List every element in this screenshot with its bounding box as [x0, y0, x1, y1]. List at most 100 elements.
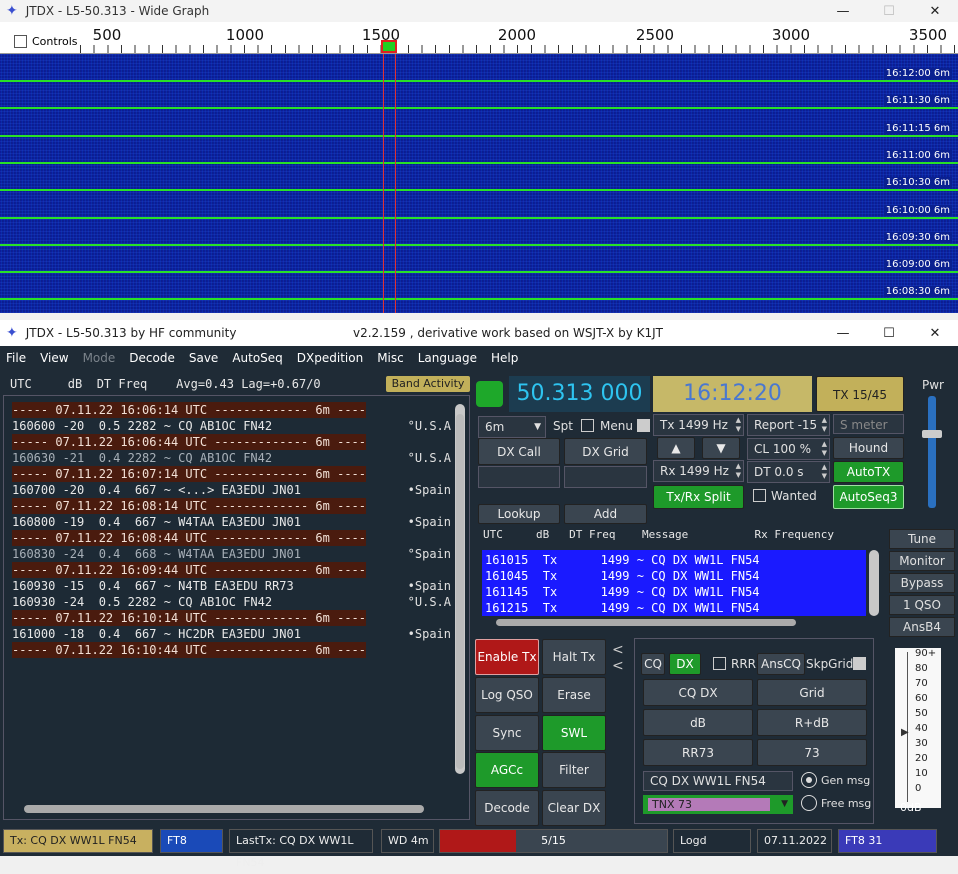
wanted-checkbox[interactable]	[753, 489, 766, 502]
power-slider-handle[interactable]	[922, 430, 942, 438]
decode-separator-row[interactable]: ----- 07.11.22 16:06:44 UTC ------------…	[12, 434, 367, 450]
clear-dx-button[interactable]: Clear DX	[542, 790, 606, 826]
decode-row[interactable]: 161000 -18 0.4 667 ~ HC2DR EA3EDU JN01	[12, 626, 301, 642]
hound-button[interactable]: Hound	[833, 437, 904, 459]
controls-checkbox[interactable]: Controls	[14, 35, 78, 48]
autotx-button[interactable]: AutoTX	[833, 461, 904, 483]
band-select[interactable]: 6m ▼	[478, 416, 546, 438]
rx-list-row[interactable]: 161145 Tx 1499 ~ CQ DX WW1L FN54	[485, 584, 760, 600]
spin-arrows-icon[interactable]: ▲ ▼	[736, 416, 741, 434]
spin-arrows-icon[interactable]: ▲ ▼	[822, 416, 827, 434]
rx-list-vertical-scrollbar[interactable]	[869, 550, 879, 616]
enable-tx-button[interactable]: Enable Tx	[475, 639, 539, 675]
decode-row[interactable]: 160630 -21 0.4 2282 ~ CQ AB1OC FN42	[12, 450, 272, 466]
sync-button[interactable]: Sync	[475, 715, 539, 751]
waterfall-display[interactable]: 16:12:00 6m 16:11:30 6m 16:11:15 6m 16:11:0…	[0, 54, 958, 313]
tx-period-button[interactable]: TX 15/45	[816, 376, 904, 412]
rx-list-row[interactable]: 161045 Tx 1499 ~ CQ DX WW1L FN54	[485, 568, 760, 584]
menu-misc[interactable]: Misc	[377, 351, 404, 365]
tx-frequency-spinbox[interactable]: Tx 1499 Hz ▲ ▼	[653, 414, 744, 436]
decode-row[interactable]: 160930 -15 0.4 667 ~ N4TB EA3EDU RR73	[12, 578, 294, 594]
generated-message-field[interactable]: CQ DX WW1L FN54	[643, 771, 793, 791]
close-icon[interactable]: ✕	[912, 4, 958, 19]
dx-call-input[interactable]	[478, 466, 560, 488]
bypass-button[interactable]: Bypass	[889, 573, 955, 593]
spt-checkbox[interactable]	[581, 419, 594, 432]
decode-separator-row[interactable]: ----- 07.11.22 16:10:14 UTC ------------…	[12, 610, 367, 626]
rx-frequency-list[interactable]: 161015 Tx 1499 ~ CQ DX WW1L FN54 161045 T…	[482, 550, 866, 616]
dx-button[interactable]: DX	[669, 653, 701, 675]
decode-row[interactable]: 160800 -19 0.4 667 ~ W4TAA EA3EDU JN01	[12, 514, 301, 530]
band-activity-list[interactable]: ----- 07.11.22 16:06:14 UTC ------------…	[3, 395, 470, 820]
dx-call-button[interactable]: DX Call	[478, 438, 560, 465]
menu-language[interactable]: Language	[418, 351, 477, 365]
dx-grid-button[interactable]: DX Grid	[564, 438, 647, 465]
one-qso-button[interactable]: 1 QSO	[889, 595, 955, 615]
menu-mode[interactable]: Mode	[83, 351, 116, 365]
rx-list-row[interactable]: 161015 Tx 1499 ~ CQ DX WW1L FN54	[485, 552, 760, 568]
lookup-button[interactable]: Lookup	[478, 504, 560, 524]
anscq-button[interactable]: AnsCQ	[757, 653, 805, 675]
menu-help[interactable]: Help	[491, 351, 518, 365]
decode-row[interactable]: 160700 -20 0.4 667 ~ <...> EA3EDU JN01	[12, 482, 301, 498]
power-slider[interactable]	[928, 396, 936, 508]
rx-list-row[interactable]: 161215 Tx 1499 ~ CQ DX WW1L FN54	[485, 600, 760, 616]
decode-button[interactable]: Decode	[475, 790, 539, 826]
gen-msg-radio[interactable]	[801, 772, 817, 788]
dt-spinbox[interactable]: DT 0.0 s ▲ ▼	[747, 461, 830, 483]
menu-view[interactable]: View	[40, 351, 68, 365]
menu-save[interactable]: Save	[189, 351, 218, 365]
monitor-button[interactable]: Monitor	[889, 551, 955, 571]
grid-button[interactable]: Grid	[757, 679, 867, 706]
txrx-split-button[interactable]: Tx/Rx Split	[653, 485, 744, 509]
decode-separator-row[interactable]: ----- 07.11.22 16:08:44 UTC ------------…	[12, 530, 367, 546]
minimize-icon[interactable]: —	[820, 326, 866, 341]
rx-frequency-spinbox[interactable]: Rx 1499 Hz ▲ ▼	[653, 460, 744, 482]
halt-tx-button[interactable]: Halt Tx	[542, 639, 606, 675]
skpgrid-checkbox[interactable]	[853, 657, 866, 670]
cl-spinbox[interactable]: CL 100 % ▲ ▼	[747, 438, 830, 460]
decode-row[interactable]: 160600 -20 0.5 2282 ~ CQ AB1OC FN42	[12, 418, 272, 434]
decode-separator-row[interactable]: ----- 07.11.22 16:08:14 UTC ------------…	[12, 498, 367, 514]
maximize-icon[interactable]: ☐	[866, 326, 912, 341]
menu-checkbox[interactable]	[637, 419, 650, 432]
menu-dxpedition[interactable]: DXpedition	[297, 351, 363, 365]
add-button[interactable]: Add	[564, 504, 647, 524]
minimize-icon[interactable]: —	[820, 4, 866, 19]
cq-button[interactable]: CQ	[641, 653, 665, 675]
decode-separator-row[interactable]: ----- 07.11.22 16:09:44 UTC ------------…	[12, 562, 367, 578]
decode-vertical-scrollbar[interactable]	[455, 404, 465, 774]
filter-button[interactable]: Filter	[542, 752, 606, 788]
tune-button[interactable]: Tune	[889, 529, 955, 549]
menu-decode[interactable]: Decode	[129, 351, 175, 365]
rrr-checkbox[interactable]	[713, 657, 726, 670]
log-qso-button[interactable]: Log QSO	[475, 677, 539, 713]
checkbox-icon[interactable]	[14, 35, 27, 48]
db-button[interactable]: dB	[643, 709, 753, 736]
decode-separator-row[interactable]: ----- 07.11.22 16:06:14 UTC ------------…	[12, 402, 367, 418]
spin-arrows-icon[interactable]: ▲ ▼	[736, 462, 741, 480]
erase-button[interactable]: Erase	[542, 677, 606, 713]
73-button[interactable]: 73	[757, 739, 867, 766]
freq-up-button[interactable]: ▲	[657, 437, 695, 459]
tx-frequency-marker[interactable]	[381, 40, 397, 53]
report-spinbox[interactable]: Report -15 ▲ ▼	[747, 414, 830, 436]
rx-list-horizontal-scrollbar[interactable]	[496, 619, 796, 626]
decode-row[interactable]: 160830 -24 0.4 668 ~ W4TAA EA3EDU JN01	[12, 546, 301, 562]
decode-row[interactable]: 160930 -24 0.5 2282 ~ CQ AB1OC FN42	[12, 594, 272, 610]
menu-autoseq[interactable]: AutoSeq	[232, 351, 282, 365]
rr73-button[interactable]: RR73	[643, 739, 753, 766]
autoseq3-button[interactable]: AutoSeq3	[833, 485, 904, 509]
free-message-combobox[interactable]: TNX 73 ▼	[643, 795, 793, 814]
decode-separator-row[interactable]: ----- 07.11.22 16:07:14 UTC ------------…	[12, 466, 367, 482]
dx-grid-input[interactable]	[564, 466, 647, 488]
decode-horizontal-scrollbar[interactable]	[24, 805, 424, 813]
spin-arrows-icon[interactable]: ▲ ▼	[822, 440, 827, 458]
menu-file[interactable]: File	[6, 351, 26, 365]
spin-arrows-icon[interactable]: ▲ ▼	[822, 463, 827, 481]
agcc-button[interactable]: AGCc	[475, 752, 539, 788]
cq-dx-button[interactable]: CQ DX	[643, 679, 753, 706]
ansb4-button[interactable]: AnsB4	[889, 617, 955, 637]
maximize-icon[interactable]: ☐	[866, 4, 912, 19]
rdb-button[interactable]: R+dB	[757, 709, 867, 736]
